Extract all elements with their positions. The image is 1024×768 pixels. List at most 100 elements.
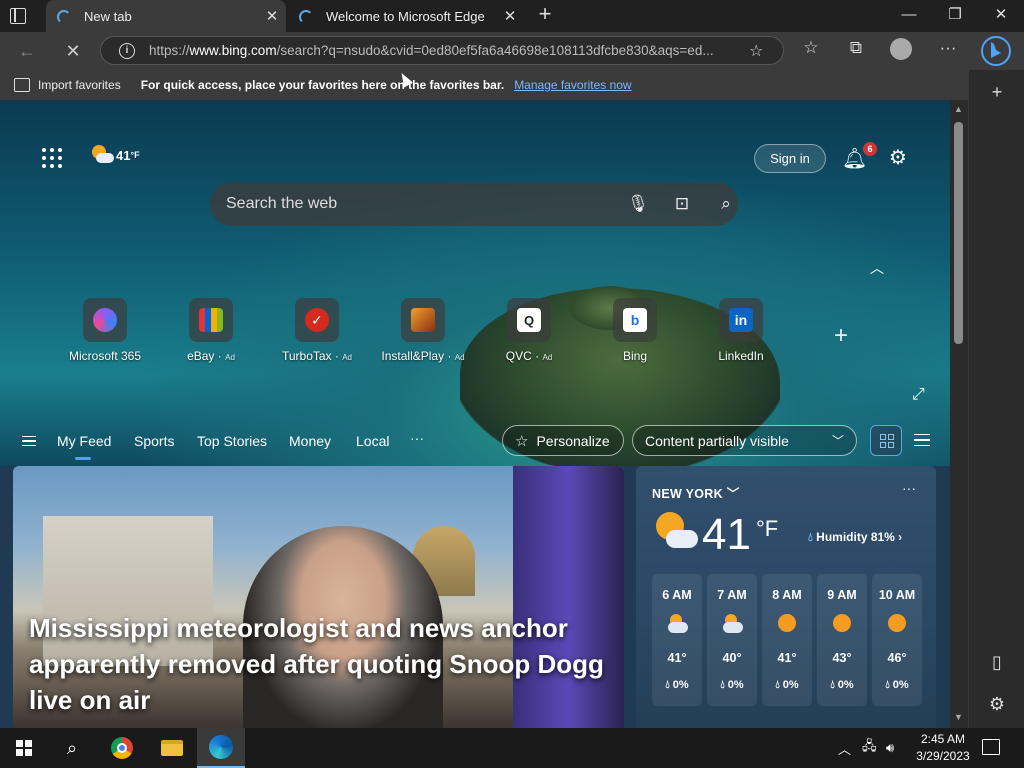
favorites-icon[interactable]: ☆ bbox=[800, 38, 822, 60]
edge-icon bbox=[209, 735, 233, 759]
chrome-taskbar-app[interactable] bbox=[98, 728, 146, 768]
notification-badge: 6 bbox=[863, 142, 877, 156]
weather-card[interactable]: NEW YORK ﹀ ··· 41 °F 💧︎ Humidity 81% › 6… bbox=[636, 466, 936, 728]
add-favorite-icon[interactable]: ☆ bbox=[749, 41, 763, 61]
close-tab-icon[interactable]: ✕ bbox=[500, 7, 520, 25]
manage-favorites-link[interactable]: Manage favorites now bbox=[514, 78, 631, 92]
weather-current-temp: 41 bbox=[702, 510, 751, 559]
quick-link-label: Microsoft 365 bbox=[68, 349, 142, 363]
quick-link-install-play[interactable]: Install&Play · Ad bbox=[373, 298, 473, 363]
add-sidebar-icon[interactable]: + bbox=[985, 80, 1009, 104]
url-text[interactable]: https://www.bing.com/search?q=nsudo&cvid… bbox=[149, 43, 739, 58]
list-layout-icon[interactable] bbox=[914, 434, 930, 446]
tab-sports[interactable]: Sports bbox=[134, 433, 174, 449]
import-favorites-button[interactable]: Import favorites bbox=[38, 78, 121, 92]
search-icon[interactable]: ⌕ bbox=[714, 192, 738, 216]
weather-location[interactable]: NEW YORK ﹀ bbox=[652, 483, 740, 502]
tab-title: Welcome to Microsoft Edge bbox=[326, 8, 485, 24]
quick-link-linkedin[interactable]: in LinkedIn bbox=[691, 298, 791, 363]
edge-taskbar-app[interactable] bbox=[197, 728, 245, 768]
content-visibility-dropdown[interactable]: Content partially visible ﹀ bbox=[632, 425, 857, 456]
collapse-chevron-icon[interactable]: ︿ bbox=[870, 258, 884, 278]
hour-time: 6 AM bbox=[662, 588, 692, 602]
import-icon bbox=[14, 78, 30, 92]
app-launcher-icon[interactable] bbox=[42, 148, 62, 168]
hourly-forecast-item[interactable]: 8 AM 41° 💧︎ 0% bbox=[762, 574, 812, 706]
personalize-label: Personalize bbox=[536, 432, 610, 449]
quick-link-qvc[interactable]: Q QVC · Ad bbox=[479, 298, 579, 363]
ad-label: Ad bbox=[454, 353, 465, 362]
tab-top-stories[interactable]: Top Stories bbox=[197, 433, 267, 449]
more-tabs-button[interactable]: ··· bbox=[410, 430, 424, 446]
tab-welcome-edge[interactable]: Welcome to Microsoft Edge ✕ bbox=[288, 0, 524, 32]
file-explorer-taskbar-app[interactable] bbox=[148, 728, 196, 768]
droplet-icon: 💧︎ bbox=[808, 530, 813, 544]
hourly-forecast-item[interactable]: 6 AM 41° 💧︎ 0% bbox=[652, 574, 702, 706]
search-taskbar-icon[interactable]: ⌕ bbox=[48, 728, 96, 768]
back-button[interactable]: ← bbox=[14, 38, 40, 64]
tab-bar: New tab ✕ Welcome to Microsoft Edge ✕ + … bbox=[0, 0, 1024, 32]
expand-image-icon[interactable]: ⤢ bbox=[912, 386, 925, 404]
close-window-button[interactable]: ✕ bbox=[978, 0, 1024, 32]
add-quick-link-button[interactable]: + bbox=[834, 322, 848, 350]
scroll-down-icon[interactable]: ▼ bbox=[954, 712, 963, 722]
top-news-card[interactable]: Mississippi meteorologist and news ancho… bbox=[13, 466, 624, 728]
hourly-forecast-item[interactable]: 7 AM 40° 💧︎ 0% bbox=[707, 574, 757, 706]
favorites-bar: Import favorites For quick access, place… bbox=[0, 70, 968, 100]
hide-sidebar-icon[interactable]: ▯ bbox=[985, 650, 1009, 674]
tab-money[interactable]: Money bbox=[289, 433, 331, 449]
hour-precip: 💧︎ 0% bbox=[665, 679, 689, 691]
minimize-button[interactable]: — bbox=[886, 0, 932, 32]
search-input[interactable] bbox=[226, 195, 606, 213]
weather-widget[interactable]: 41 °F bbox=[90, 144, 140, 166]
grid-layout-icon[interactable] bbox=[870, 425, 902, 456]
page-settings-gear-icon[interactable]: ⚙ bbox=[886, 145, 910, 169]
news-headline[interactable]: Mississippi meteorologist and news ancho… bbox=[29, 610, 609, 718]
sign-in-button[interactable]: Sign in bbox=[754, 144, 826, 173]
new-tab-button[interactable]: + bbox=[534, 3, 556, 26]
windows-start-icon[interactable] bbox=[16, 740, 32, 756]
hour-precip: 💧︎ 0% bbox=[830, 679, 854, 691]
page-scrollbar[interactable]: ▲ ▼ bbox=[950, 100, 968, 728]
quick-link-label: QVC bbox=[505, 349, 532, 363]
visual-search-icon[interactable]: ⊡ bbox=[670, 192, 694, 216]
tab-local[interactable]: Local bbox=[356, 433, 389, 449]
site-info-icon[interactable]: i bbox=[119, 42, 135, 59]
sidebar-settings-icon[interactable]: ⚙ bbox=[985, 692, 1009, 716]
scroll-up-icon[interactable]: ▲ bbox=[954, 104, 963, 114]
hourly-forecast-item[interactable]: 9 AM 43° 💧︎ 0% bbox=[817, 574, 867, 706]
restore-button[interactable]: ❐ bbox=[932, 0, 978, 32]
tab-new-tab[interactable]: New tab ✕ bbox=[46, 0, 286, 32]
volume-icon[interactable]: 🔊︎ bbox=[886, 728, 894, 768]
address-bar[interactable]: i https://www.bing.com/search?q=nsudo&cv… bbox=[100, 36, 784, 65]
close-tab-icon[interactable]: ✕ bbox=[262, 7, 282, 25]
personalize-button[interactable]: ☆ Personalize bbox=[502, 425, 624, 456]
stop-loading-button[interactable]: ✕ bbox=[60, 38, 86, 64]
action-center-icon[interactable] bbox=[982, 739, 1000, 755]
scrollbar-thumb[interactable] bbox=[954, 122, 963, 344]
taskbar-clock[interactable]: 2:45 AM 3/29/2023 bbox=[912, 731, 974, 765]
feed-menu-icon[interactable] bbox=[22, 436, 36, 446]
quick-link-microsoft-365[interactable]: Microsoft 365 bbox=[55, 298, 155, 363]
weather-more-icon[interactable]: ··· bbox=[902, 480, 916, 496]
quick-link-ebay[interactable]: eBay · Ad bbox=[161, 298, 261, 363]
bing-copilot-icon[interactable] bbox=[980, 34, 1012, 68]
new-tab-page: 41°F Sign in 🔔︎ 6 ⚙ 🎙︎ ⊡ ⌕ ︿ Microsoft 3… bbox=[0, 100, 950, 728]
chrome-icon bbox=[111, 737, 133, 759]
quick-link-bing[interactable]: b Bing bbox=[585, 298, 685, 363]
collections-icon[interactable]: ⧉ bbox=[845, 38, 867, 60]
tab-actions-icon[interactable] bbox=[10, 8, 26, 24]
microphone-icon[interactable]: 🎙︎ bbox=[626, 192, 650, 216]
network-icon[interactable]: 🖧︎ bbox=[862, 728, 877, 768]
folder-icon bbox=[161, 740, 183, 756]
tab-my-feed[interactable]: My Feed bbox=[57, 433, 111, 460]
hour-time: 9 AM bbox=[827, 588, 857, 602]
profile-avatar[interactable] bbox=[890, 38, 912, 60]
humidity-link[interactable]: 💧︎ Humidity 81% › bbox=[808, 530, 902, 545]
hourly-forecast-item[interactable]: 10 AM 46° 💧︎ 0% bbox=[872, 574, 922, 706]
web-search-box[interactable]: 🎙︎ ⊡ ⌕ bbox=[210, 182, 738, 226]
clock-date: 3/29/2023 bbox=[916, 749, 970, 763]
show-hidden-icons-chevron[interactable]: ︿ bbox=[838, 728, 851, 768]
quick-link-turbotax[interactable]: ✓ TurboTax · Ad bbox=[267, 298, 367, 363]
settings-more-icon[interactable]: ··· bbox=[937, 38, 959, 60]
